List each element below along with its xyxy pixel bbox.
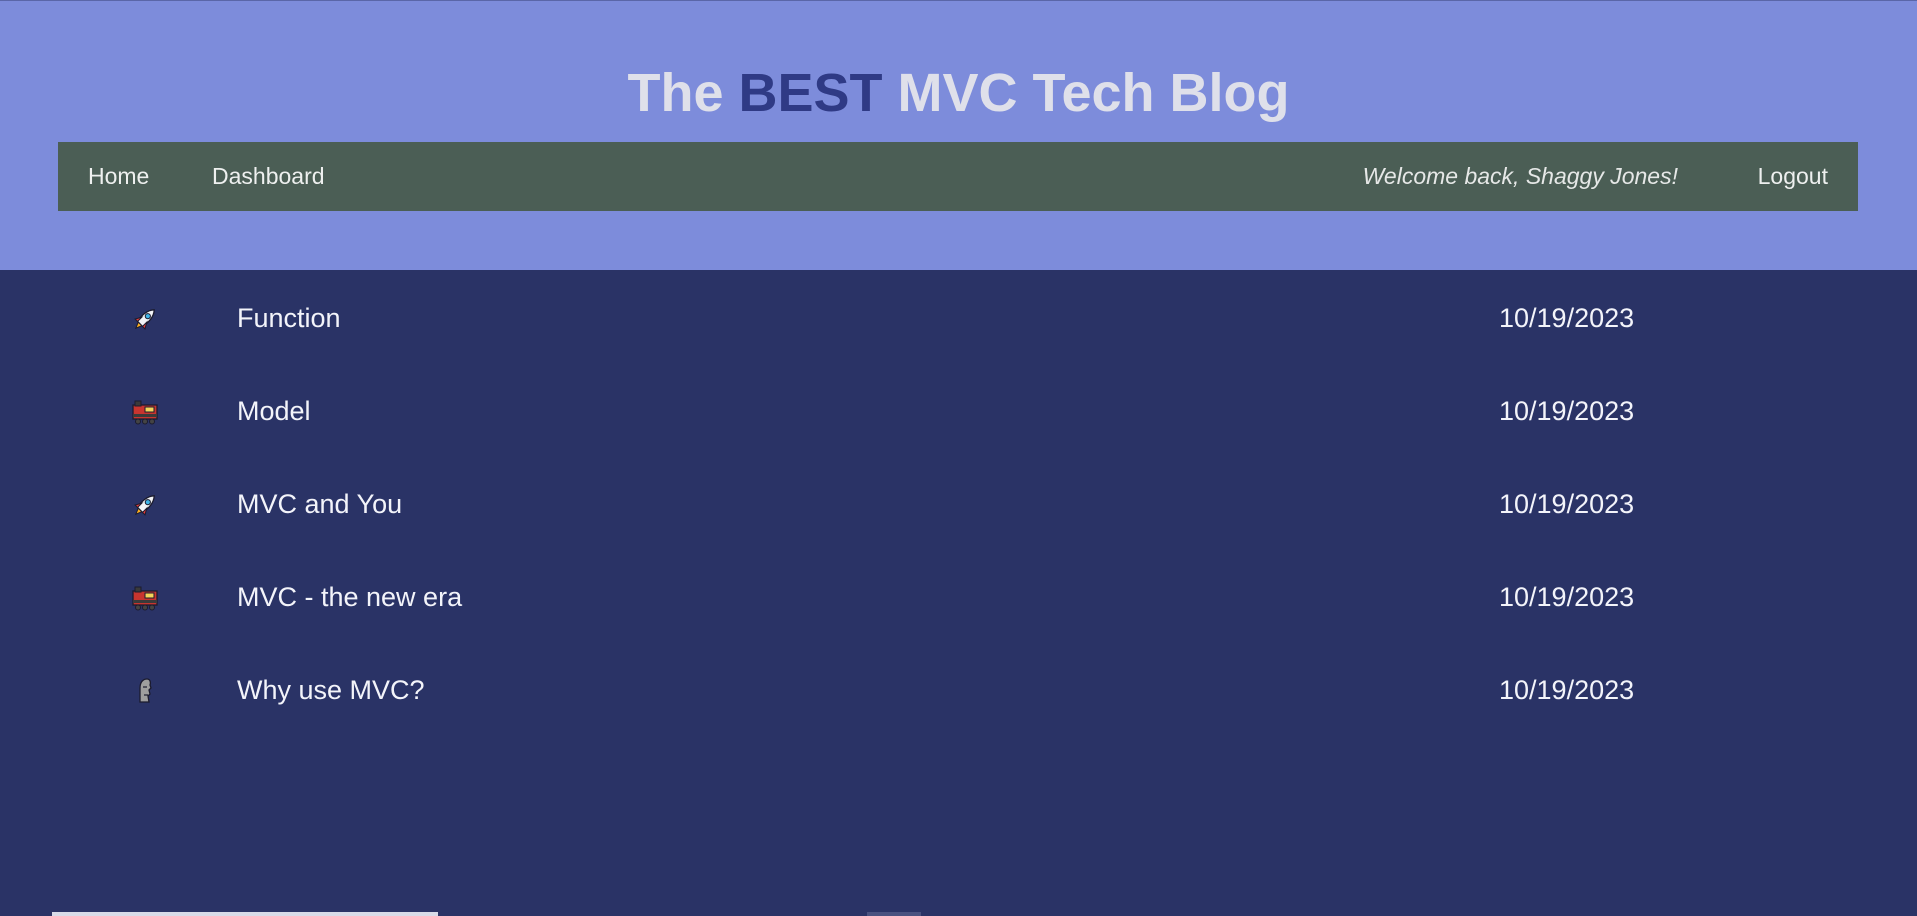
- post-row[interactable]: Why use MVC? 10/19/2023: [0, 661, 1917, 721]
- post-title[interactable]: MVC - the new era: [237, 582, 462, 613]
- post-row[interactable]: MVC and You 10/19/2023: [0, 475, 1917, 535]
- rocket-icon: [134, 309, 155, 330]
- moai-icon: [139, 678, 152, 703]
- post-date: 10/19/2023: [1499, 582, 1635, 612]
- title-suffix: MVC Tech Blog: [882, 63, 1290, 123]
- title-accent: BEST: [738, 63, 883, 123]
- post-date: 10/19/2023: [1499, 489, 1635, 519]
- locomotive-icon: [132, 400, 158, 425]
- locomotive-icon: [132, 586, 158, 611]
- scrollbar-marker: [867, 912, 921, 916]
- navbar: Home Dashboard Welcome back, Shaggy Jone…: [58, 142, 1858, 211]
- post-row[interactable]: MVC - the new era 10/19/2023: [0, 568, 1917, 628]
- post-title[interactable]: MVC and You: [237, 489, 402, 520]
- post-date: 10/19/2023: [1499, 303, 1635, 333]
- post-title[interactable]: Function: [237, 303, 341, 334]
- post-date: 10/19/2023: [1499, 396, 1635, 426]
- site-header: The BEST MVC Tech Blog Home Dashboard We…: [0, 0, 1917, 270]
- post-row[interactable]: Model 10/19/2023: [0, 382, 1917, 442]
- post-row[interactable]: Function 10/19/2023: [0, 289, 1917, 349]
- post-title[interactable]: Model: [237, 396, 311, 427]
- post-date: 10/19/2023: [1499, 675, 1635, 705]
- horizontal-scrollbar[interactable]: [52, 912, 438, 916]
- post-title[interactable]: Why use MVC?: [237, 675, 425, 706]
- page-title: The BEST MVC Tech Blog: [0, 61, 1917, 125]
- nav-logout-link[interactable]: Logout: [1758, 163, 1828, 190]
- welcome-message: Welcome back, Shaggy Jones!: [1362, 163, 1678, 189]
- title-prefix: The: [627, 63, 739, 123]
- nav-home-link[interactable]: Home: [88, 163, 149, 190]
- rocket-icon: [134, 495, 155, 516]
- nav-dashboard-link[interactable]: Dashboard: [212, 163, 325, 190]
